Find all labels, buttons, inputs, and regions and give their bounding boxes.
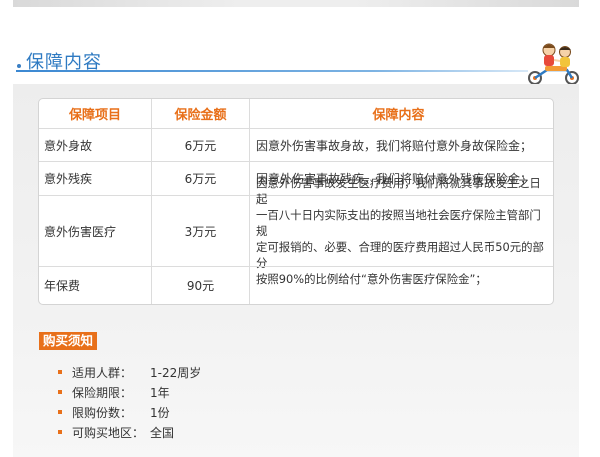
row-description: 因意外伤害事故身故，我们将赔付意外身故保险金； <box>249 129 553 161</box>
description-line: 因意外伤害事故发生医疗费用，我们将就其事故发生之日起 <box>256 176 541 206</box>
row-amount: 90元 <box>151 267 249 304</box>
kids-on-tricycle-icon <box>528 43 579 85</box>
row-amount: 6万元 <box>151 162 249 195</box>
notice-item: 限购份数： 1份 <box>58 404 170 420</box>
section-underline <box>16 70 528 72</box>
row-description: 因意外伤害事故发生医疗费用，我们将就其事故发生之日起 一百八十日内实际支出的按照… <box>249 176 553 286</box>
notice-value: 1份 <box>150 405 170 420</box>
row-item: 年保费 <box>44 279 81 293</box>
bullet-dot <box>17 64 21 68</box>
notice-value: 全国 <box>150 425 175 440</box>
row-description <box>249 267 553 304</box>
header-item: 保障项目 <box>68 108 121 123</box>
coverage-table: 保障项目 保险金额 保障内容 意外身故 6万元 因意外伤害事故身故，我们将赔付意… <box>38 98 554 305</box>
row-amount: 3万元 <box>151 196 249 266</box>
notice-label: 保险期限： <box>72 385 133 400</box>
description-line: 一百八十日内实际支出的按照当地社会医疗保险主管部门规 <box>256 208 541 238</box>
notice-label: 适用人群： <box>72 365 133 380</box>
notice-label: 限购份数： <box>72 405 133 420</box>
bullet-square-icon <box>58 430 62 434</box>
row-item: 意外残疾 <box>44 172 93 186</box>
row-item: 意外身故 <box>44 138 93 153</box>
table-row: 年保费 90元 <box>39 266 553 304</box>
header-description: 保障内容 <box>249 99 553 128</box>
purchase-notice-title: 购买须知 <box>39 332 98 350</box>
row-amount: 6万元 <box>151 129 249 161</box>
notice-item: 保险期限： 1年 <box>58 384 170 400</box>
header-amount: 保险金额 <box>151 99 249 128</box>
table-row: 意外身故 6万元 因意外伤害事故身故，我们将赔付意外身故保险金； <box>39 128 553 161</box>
notice-value: 1-22周岁 <box>150 365 202 380</box>
bullet-square-icon <box>58 390 62 394</box>
table-header-row: 保障项目 保险金额 保障内容 <box>39 99 553 128</box>
notice-item: 适用人群： 1-22周岁 <box>58 364 201 380</box>
row-item: 意外伤害医疗 <box>44 224 117 239</box>
notice-value: 1年 <box>150 385 170 400</box>
bullet-square-icon <box>58 410 62 414</box>
notice-item: 可购买地区： 全国 <box>58 424 174 440</box>
top-strip <box>13 0 579 7</box>
section-header: 保障内容 <box>12 40 582 85</box>
bullet-square-icon <box>58 370 62 374</box>
table-row: 意外伤害医疗 3万元 因意外伤害事故发生医疗费用，我们将就其事故发生之日起 一百… <box>39 176 553 286</box>
notice-label: 可购买地区： <box>72 425 145 440</box>
